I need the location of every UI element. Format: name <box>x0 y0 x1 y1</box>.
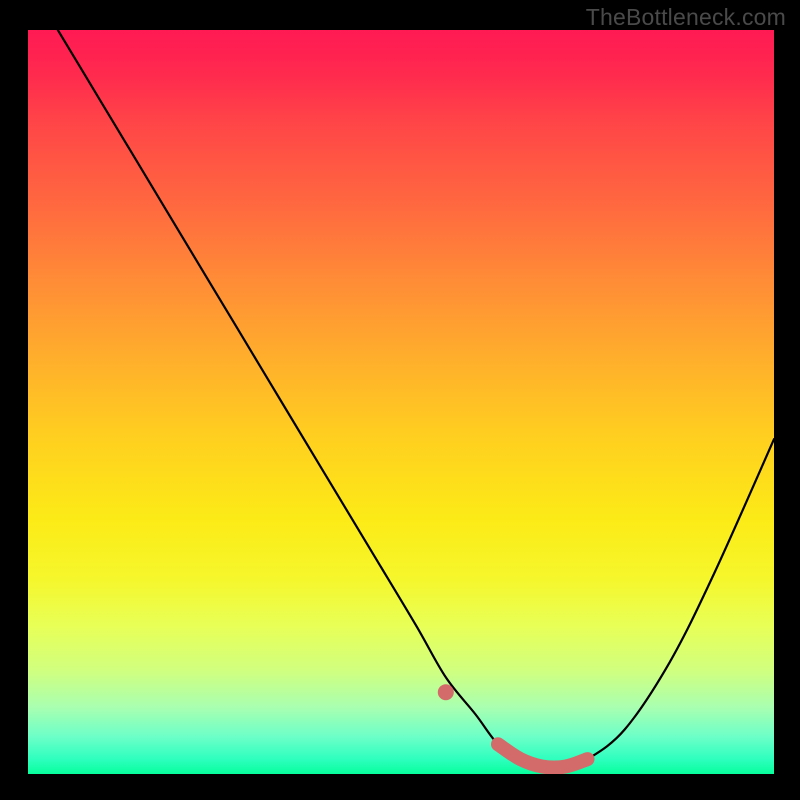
chart-canvas: TheBottleneck.com <box>0 0 800 800</box>
optimal-range-highlight <box>498 744 588 767</box>
watermark-label: TheBottleneck.com <box>586 4 786 31</box>
plot-area <box>28 30 774 774</box>
curve-layer <box>28 30 774 774</box>
optimal-point-marker <box>438 684 454 700</box>
bottleneck-curve <box>58 30 774 768</box>
